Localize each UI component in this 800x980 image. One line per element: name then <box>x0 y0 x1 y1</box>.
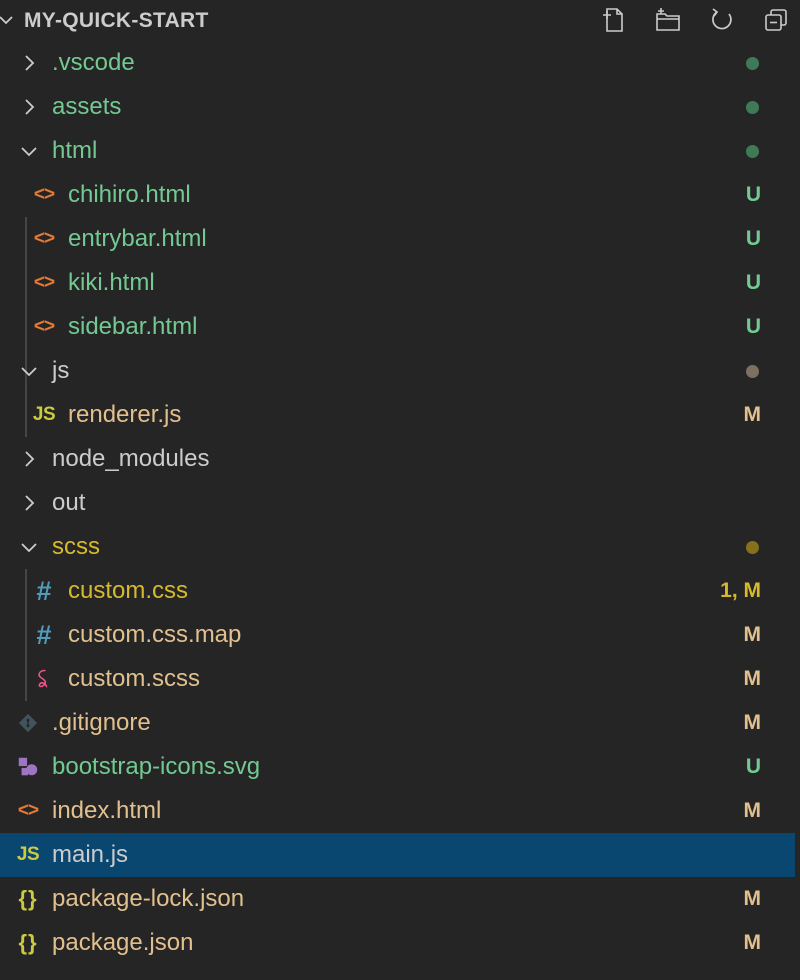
git-status-badge: M <box>743 403 762 426</box>
tree-item-label: out <box>52 489 86 516</box>
tree-item-label: js <box>52 357 70 384</box>
chevron-right-icon[interactable] <box>18 492 40 514</box>
file-row[interactable]: <> kiki.html U <box>0 261 795 305</box>
svg-icon <box>15 753 41 781</box>
tree-item-label: custom.scss <box>68 665 201 692</box>
tree-item-label: main.js <box>52 841 129 868</box>
tree-item-label: custom.css.map <box>68 621 242 648</box>
tree-item-label: entrybar.html <box>68 225 207 252</box>
chevron-down-icon[interactable] <box>18 360 40 382</box>
git-status-dot <box>746 365 759 378</box>
chevron-right-icon[interactable] <box>18 96 40 118</box>
collapse-all-icon[interactable] <box>760 4 792 36</box>
css-icon: # <box>36 619 52 650</box>
file-row[interactable]: {} package.json M <box>0 921 795 965</box>
tree-item-label: custom.css <box>68 577 189 604</box>
chevron-down-icon[interactable] <box>0 10 16 30</box>
git-status-badge: U <box>745 227 761 250</box>
html-icon: <> <box>33 184 55 205</box>
explorer-header[interactable]: MY-QUICK-START <box>0 0 800 40</box>
folder-row[interactable]: node_modules <box>0 437 795 481</box>
file-row[interactable]: # custom.css 1, M <box>0 569 795 613</box>
tree-item-label: html <box>52 137 98 164</box>
git-status-badge: M <box>743 799 762 822</box>
html-icon: <> <box>17 800 39 821</box>
tree-item-label: index.html <box>52 797 162 824</box>
tree-item-label: node_modules <box>52 445 210 472</box>
js-icon: JS <box>16 844 40 865</box>
html-icon: <> <box>33 272 55 293</box>
git-status-badge: U <box>745 183 761 206</box>
tree-item-label: chihiro.html <box>68 181 191 208</box>
folder-row[interactable]: html <box>0 129 795 173</box>
git-status-badge: M <box>743 887 762 910</box>
new-folder-icon[interactable] <box>652 4 684 36</box>
folder-row[interactable]: assets <box>0 85 795 129</box>
git-icon <box>15 709 41 737</box>
file-row[interactable]: bootstrap-icons.svg U <box>0 745 795 789</box>
git-status-badge: U <box>745 755 761 778</box>
chevron-right-icon[interactable] <box>18 448 40 470</box>
folder-row[interactable]: js <box>0 349 795 393</box>
file-row[interactable]: JS main.js <box>0 833 795 877</box>
json-icon: {} <box>18 886 38 911</box>
file-row[interactable]: <> chihiro.html U <box>0 173 795 217</box>
file-row[interactable]: .gitignore M <box>0 701 795 745</box>
js-icon: JS <box>32 404 56 425</box>
git-status-badge: M <box>743 667 762 690</box>
file-row[interactable]: # custom.css.map M <box>0 613 795 657</box>
explorer-panel: MY-QUICK-START .vscode assets html <> chihir… <box>0 0 800 980</box>
tree-item-label: bootstrap-icons.svg <box>52 753 261 780</box>
folder-row[interactable]: out <box>0 481 795 525</box>
tree-item-label: kiki.html <box>68 269 155 296</box>
file-row[interactable]: <> entrybar.html U <box>0 217 795 261</box>
json-icon: {} <box>18 930 38 955</box>
tree-item-label: .vscode <box>52 49 135 76</box>
refresh-icon[interactable] <box>706 4 738 36</box>
file-tree: .vscode assets html <> chihiro.html U <> entryb… <box>0 41 800 965</box>
folder-row[interactable]: scss <box>0 525 795 569</box>
file-row[interactable]: <> sidebar.html U <box>0 305 795 349</box>
tree-item-label: .gitignore <box>52 709 151 736</box>
git-status-badge: M <box>743 931 762 954</box>
git-status-badge: M <box>743 711 762 734</box>
git-status-badge: U <box>745 315 761 338</box>
sass-icon <box>31 665 57 693</box>
git-status-badge: 1, M <box>720 579 761 602</box>
html-icon: <> <box>33 316 55 337</box>
git-status-dot <box>746 541 759 554</box>
chevron-down-icon[interactable] <box>18 536 40 558</box>
folder-row[interactable]: .vscode <box>0 41 795 85</box>
tree-item-label: sidebar.html <box>68 313 198 340</box>
tree-item-label: assets <box>52 93 122 120</box>
chevron-down-icon[interactable] <box>18 140 40 162</box>
html-icon: <> <box>33 228 55 249</box>
file-row[interactable]: {} package-lock.json M <box>0 877 795 921</box>
git-status-dot <box>746 145 759 158</box>
git-status-badge: M <box>743 623 762 646</box>
git-status-dot <box>746 57 759 70</box>
git-status-dot <box>746 101 759 114</box>
tree-item-label: package.json <box>52 929 194 956</box>
git-status-badge: U <box>745 271 761 294</box>
file-row[interactable]: custom.scss M <box>0 657 795 701</box>
tree-item-label: renderer.js <box>68 401 182 428</box>
new-file-icon[interactable] <box>598 4 630 36</box>
css-icon: # <box>36 575 52 606</box>
chevron-right-icon[interactable] <box>18 52 40 74</box>
tree-item-label: scss <box>52 533 100 560</box>
tree-item-label: package-lock.json <box>52 885 245 912</box>
file-row[interactable]: <> index.html M <box>0 789 795 833</box>
file-row[interactable]: JS renderer.js M <box>0 393 795 437</box>
workspace-title: MY-QUICK-START <box>24 9 209 32</box>
